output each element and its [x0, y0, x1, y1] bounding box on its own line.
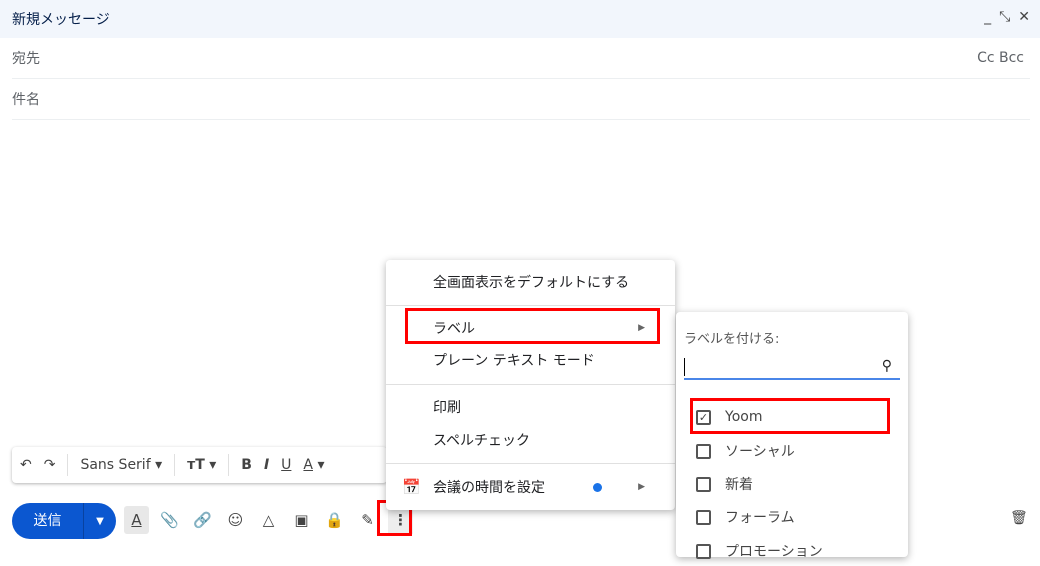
- divider: [174, 454, 176, 476]
- label-submenu-title: ラベルを付ける:: [684, 332, 780, 347]
- bottom-toolbar: A 📎 🔗 ☺ △ ▣ 🔒 ✎ ⋮: [124, 506, 413, 534]
- submenu-arrow-icon: ▶: [638, 482, 645, 492]
- menu-label: 会議の時間を設定: [433, 480, 545, 496]
- font-size-icon: тT: [187, 457, 205, 473]
- send-button-group: 送信 ▼: [12, 503, 116, 539]
- to-label: 宛先: [12, 51, 40, 67]
- text-color-icon: A: [303, 457, 313, 473]
- attach-icon[interactable]: 📎: [157, 506, 182, 534]
- photo-icon[interactable]: ▣: [289, 506, 314, 534]
- text-cursor: [684, 358, 685, 376]
- label-name: ソーシャル: [725, 444, 795, 460]
- close-icon[interactable]: ✕: [1018, 9, 1030, 25]
- bold-button[interactable]: B: [241, 457, 252, 473]
- emoji-icon[interactable]: ☺: [223, 506, 248, 534]
- divider: [386, 463, 675, 464]
- drive-icon[interactable]: △: [256, 506, 281, 534]
- highlight-box: [405, 308, 660, 344]
- underline-button[interactable]: U: [281, 457, 291, 473]
- label-item[interactable]: プロモーション: [696, 536, 823, 566]
- label-name: フォーラム: [725, 510, 795, 526]
- confidential-lock-icon[interactable]: 🔒: [322, 506, 347, 534]
- subject-label: 件名: [12, 92, 40, 108]
- font-size-button[interactable]: тT ▾: [187, 457, 216, 473]
- send-button[interactable]: 送信: [12, 503, 84, 539]
- calendar-icon: 📅: [402, 478, 421, 496]
- send-options-chevron-icon[interactable]: ▼: [84, 516, 116, 527]
- compose-title: 新規メッセージ: [12, 12, 110, 28]
- checkbox[interactable]: [696, 543, 711, 559]
- divider: [67, 454, 69, 476]
- menu-item-schedule-meeting[interactable]: 📅 会議の時間を設定 ▶: [386, 471, 675, 503]
- new-dot-icon: [593, 482, 602, 492]
- menu-item-spellcheck[interactable]: スペルチェック: [386, 424, 675, 456]
- font-select[interactable]: Sans Serif ▾: [80, 457, 162, 473]
- compose-header: 新規メッセージ _ ⤡ ✕: [0, 0, 1040, 38]
- highlight-box: [690, 398, 890, 434]
- expand-icon[interactable]: ⤡: [999, 9, 1010, 25]
- label-name: プロモーション: [725, 544, 823, 560]
- more-options-menu: 全画面表示をデフォルトにする ラベル ▶ プレーン テキスト モード 印刷 スペル…: [386, 260, 675, 510]
- label-item[interactable]: ソーシャル: [696, 436, 795, 466]
- minimize-icon[interactable]: _: [984, 9, 991, 25]
- search-icon[interactable]: ⚲: [882, 358, 892, 374]
- menu-label: 全画面表示をデフォルトにする: [433, 275, 630, 291]
- formatting-icon[interactable]: A: [124, 506, 149, 534]
- menu-item-plain-text[interactable]: プレーン テキスト モード: [386, 344, 675, 376]
- divider: [228, 454, 230, 476]
- divider: [386, 305, 675, 306]
- divider: [386, 384, 675, 385]
- label-item[interactable]: 新着: [696, 469, 753, 499]
- checkbox[interactable]: [696, 509, 711, 525]
- label-search-input[interactable]: ⚲: [684, 356, 900, 380]
- menu-label: スペルチェック: [433, 433, 531, 449]
- font-value: Sans Serif: [80, 457, 151, 473]
- trash-icon[interactable]: 🗑: [1010, 510, 1028, 526]
- menu-item-fullscreen-default[interactable]: 全画面表示をデフォルトにする: [386, 266, 675, 298]
- text-color-button[interactable]: A ▾: [303, 457, 324, 473]
- menu-label: 印刷: [433, 400, 461, 416]
- link-icon[interactable]: 🔗: [190, 506, 215, 534]
- checkbox[interactable]: [696, 443, 711, 459]
- label-item[interactable]: フォーラム: [696, 502, 795, 532]
- cc-bcc-link[interactable]: Cc Bcc: [977, 50, 1024, 66]
- format-toolbar: ↶ ↷ Sans Serif ▾ тT ▾ B I U A ▾: [12, 447, 387, 483]
- subject-field[interactable]: 件名: [12, 79, 1030, 120]
- menu-item-print[interactable]: 印刷: [386, 391, 675, 423]
- label-name: 新着: [725, 477, 753, 493]
- to-field[interactable]: 宛先 Cc Bcc: [12, 38, 1030, 79]
- undo-icon[interactable]: ↶: [20, 457, 32, 473]
- menu-label: プレーン テキスト モード: [433, 353, 595, 369]
- italic-button[interactable]: I: [264, 457, 269, 473]
- checkbox[interactable]: [696, 476, 711, 492]
- redo-icon[interactable]: ↷: [44, 457, 56, 473]
- label-submenu: ラベルを付ける: ⚲ ✓ Yoom ソーシャル 新着 フォーラム プロモーション: [676, 312, 908, 560]
